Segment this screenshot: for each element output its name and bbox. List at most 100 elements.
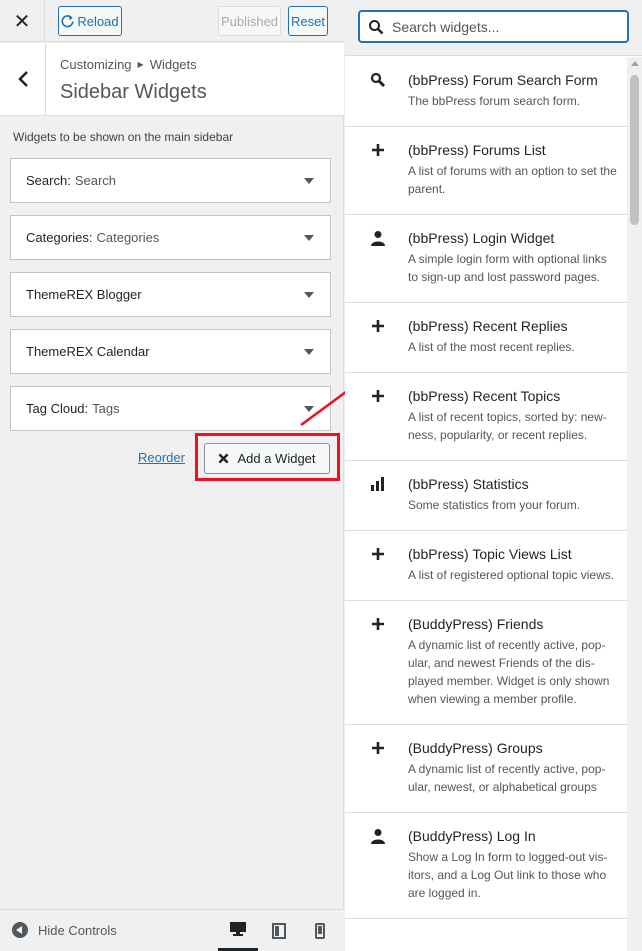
expand-arrow-icon[interactable]	[304, 235, 314, 241]
widget-option-description: A dynamic list of recently active, pop­u…	[408, 638, 610, 706]
widget-name: Tag Cloud:	[26, 401, 89, 416]
section-header: Customizing ▶ Widgets Sidebar Widgets	[0, 43, 344, 116]
list-item[interactable]: (bbPress) Topic Views List A list of reg…	[345, 531, 627, 601]
widget-option-name: (BuddyPress) Friends	[408, 616, 544, 632]
customizer-topbar: ✕ Reload Published Reset	[0, 0, 344, 42]
plus-icon	[369, 317, 387, 335]
search-icon	[369, 19, 384, 34]
desktop-icon	[230, 922, 246, 936]
add-widget-label: Add a Widget	[237, 451, 316, 466]
breadcrumb-child: Widgets	[149, 57, 197, 72]
user-icon	[369, 827, 387, 845]
customizer-sidebar: ✕ Reload Published Reset Customizing ▶ W…	[0, 0, 364, 951]
widget-option-name: (bbPress) Statistics	[408, 476, 529, 492]
widget-option-name: (bbPress) Topic Views List	[408, 546, 572, 562]
plus-icon	[369, 739, 387, 757]
add-widget-button[interactable]: Add a Widget	[204, 443, 330, 474]
widget-name: Search:	[26, 173, 71, 188]
preview-tablet-button[interactable]	[259, 910, 299, 951]
collapse-icon	[12, 922, 28, 938]
list-item[interactable]: (bbPress) Forums List A list of forums w…	[345, 127, 627, 215]
list-item[interactable]: (bbPress) Forum Search Form The bbPress …	[345, 57, 627, 127]
preview-mobile-button[interactable]	[300, 910, 340, 951]
customizer-footer: Hide Controls	[0, 909, 344, 951]
widget-option-description: A list of registered optional topic view…	[408, 568, 615, 582]
list-item[interactable]: (bbPress) Statistics Some statistics fro…	[345, 461, 627, 531]
list-item[interactable]: (bbPress) Login Widget A simple login fo…	[345, 215, 627, 303]
widget-search-input[interactable]	[392, 18, 612, 35]
plus-icon	[369, 615, 387, 633]
widget-option-name: (bbPress) Login Widget	[408, 230, 555, 246]
scrollbar[interactable]	[627, 57, 642, 951]
widget-option-description: Some statistics from your forum.	[408, 498, 581, 512]
scrollbar-thumb[interactable]	[630, 75, 639, 225]
expand-arrow-icon[interactable]	[304, 349, 314, 355]
search-icon	[369, 71, 387, 89]
widget-title: Categories	[96, 230, 160, 245]
reorder-link[interactable]: Reorder	[138, 450, 185, 465]
user-icon	[369, 229, 387, 247]
widget-option-description: Show a Log In form to logged-out vis­ito…	[408, 850, 608, 900]
plus-icon	[369, 387, 387, 405]
plus-icon	[369, 141, 387, 159]
widget-title: Tags	[92, 401, 120, 416]
section-description: Widgets to be shown on the main sidebar	[13, 130, 234, 144]
widget-search-box[interactable]	[358, 10, 629, 43]
reset-button[interactable]: Reset	[288, 6, 328, 36]
published-label: Published	[220, 13, 279, 29]
widget-option-description: A dynamic list of recently active, pop­u…	[408, 762, 606, 794]
widget-themerex-calendar[interactable]: ThemeREX Calendar	[10, 329, 331, 374]
widget-option-name: (bbPress) Forum Search Form	[408, 72, 598, 88]
hide-controls-button[interactable]: Hide Controls	[12, 922, 117, 938]
breadcrumb-parent: Customizing	[60, 57, 132, 72]
expand-arrow-icon[interactable]	[304, 178, 314, 184]
widget-option-name: (bbPress) Forums List	[408, 142, 546, 158]
back-button[interactable]	[0, 43, 46, 115]
close-customizer-button[interactable]: ✕	[0, 0, 45, 42]
widget-categories[interactable]: Categories: Categories	[10, 215, 331, 260]
widget-search-bar	[345, 0, 642, 56]
available-widgets-list: (bbPress) Forum Search Form The bbPress …	[345, 57, 627, 951]
close-icon: ✕	[13, 10, 31, 33]
list-item[interactable]: (bbPress) Recent Replies A list of the m…	[345, 303, 627, 373]
widget-option-description: A list of recent topics, sorted by: new­…	[408, 410, 607, 442]
widget-search[interactable]: Search: Search	[10, 158, 331, 203]
published-button[interactable]: Published	[218, 6, 281, 36]
breadcrumb: Customizing ▶ Widgets	[60, 57, 197, 72]
list-item[interactable]: (BuddyPress) Log In Show a Log In form t…	[345, 813, 627, 919]
widget-title: Search	[74, 173, 117, 188]
list-item[interactable]: (BuddyPress) Friends A dynamic list of r…	[345, 601, 627, 725]
reset-label: Reset	[291, 13, 325, 29]
plus-icon	[369, 545, 387, 563]
preview-desktop-button[interactable]	[218, 910, 258, 951]
widget-option-description: A simple login form with optional links …	[408, 252, 607, 284]
widget-tag-cloud[interactable]: Tag Cloud: Tags	[10, 386, 331, 431]
widget-option-name: (BuddyPress) Groups	[408, 740, 543, 756]
chevron-left-icon	[17, 71, 28, 87]
breadcrumb-separator-icon: ▶	[137, 60, 144, 69]
widget-option-name: (BuddyPress) Log In	[408, 828, 536, 844]
close-icon	[219, 453, 229, 464]
widget-option-name: (bbPress) Recent Replies	[408, 318, 568, 334]
widget-name: ThemeREX Calendar	[26, 344, 150, 359]
scroll-up-arrow-icon[interactable]	[631, 61, 639, 66]
widget-option-description: A list of the most recent replies.	[408, 340, 575, 354]
expand-arrow-icon[interactable]	[304, 292, 314, 298]
mobile-icon	[315, 923, 325, 939]
available-widgets-panel: (bbPress) Forum Search Form The bbPress …	[345, 0, 642, 951]
hide-controls-label: Hide Controls	[38, 922, 117, 938]
page-title: Sidebar Widgets	[60, 81, 207, 103]
list-item[interactable]: (bbPress) Recent Topics A list of recent…	[345, 373, 627, 461]
widget-option-description: The bbPress forum search form.	[408, 94, 581, 108]
list-item[interactable]: (BuddyPress) Groups A dynamic list of re…	[345, 725, 627, 813]
widget-themerex-blogger[interactable]: ThemeREX Blogger	[10, 272, 331, 317]
reload-button[interactable]: Reload	[58, 6, 122, 36]
widget-name: Categories:	[26, 230, 93, 245]
tablet-icon	[272, 923, 286, 939]
chart-bar-icon	[369, 475, 387, 493]
reload-icon	[61, 14, 74, 27]
widget-option-description: A list of forums with an option to set t…	[408, 164, 617, 196]
reload-label: Reload	[77, 13, 119, 29]
widget-name: ThemeREX Blogger	[26, 287, 142, 302]
widget-option-name: (bbPress) Recent Topics	[408, 388, 561, 404]
